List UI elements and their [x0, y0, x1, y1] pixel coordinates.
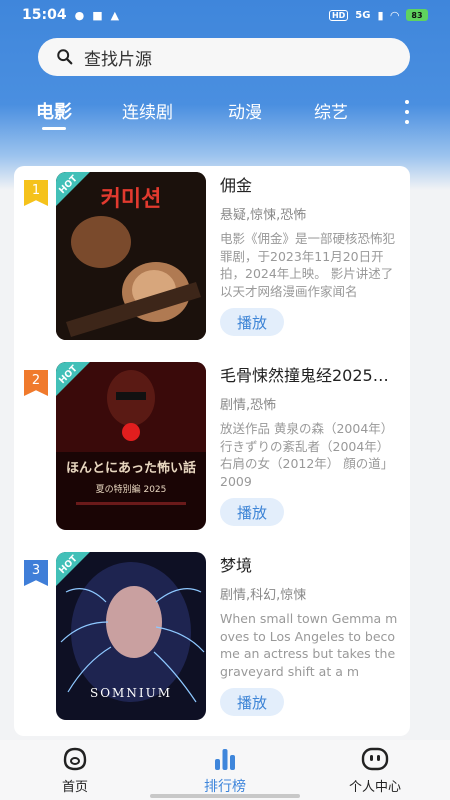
play-button[interactable]: 播放	[220, 688, 284, 716]
nav-profile-label: 个人中心	[348, 780, 401, 795]
play-button[interactable]: 播放	[220, 308, 284, 336]
movie-description: 电影《佣金》是一部硬核恐怖犯罪剧，于2023年11月20日开拍，2024年上映。…	[220, 231, 396, 299]
list-item[interactable]: 2 ほんとにあった怖い話 夏の特別編 2025 HOT 毛骨悚然撞鬼经2025夏…	[14, 356, 410, 530]
search-icon	[57, 49, 73, 65]
nav-home-label: 首页	[61, 780, 88, 795]
list-item[interactable]: 3 SOMNIUM HOT 梦境 剧情,科幻,惊悚 When small tow…	[14, 546, 410, 720]
movie-title[interactable]: 梦境	[220, 552, 400, 576]
poster-subtitle-text: 夏の特別編 2025	[96, 483, 167, 495]
movie-genres: 剧情,恐怖	[220, 398, 277, 413]
nav-ranking[interactable]: 排行榜	[180, 746, 270, 796]
category-tabs: 电影 连续剧 动漫 综艺	[0, 96, 450, 130]
status-bar: 15:04 ● ■ ▲ HD 5G ▮ ◠ 83	[0, 0, 450, 30]
battery-icon: 83	[406, 9, 428, 21]
home-icon	[63, 747, 87, 771]
list-item[interactable]: 1 커미션 HOT 佣金 悬疑,惊悚,恐怖 电影《佣金》是一部硬核恐怖犯罪剧，于…	[14, 166, 410, 340]
chat-notification-icon: ●	[74, 8, 85, 22]
movie-genres: 悬疑,惊悚,恐怖	[220, 208, 307, 223]
battery-level: 83	[411, 10, 423, 20]
hot-tag: HOT	[56, 172, 100, 216]
ranking-icon	[215, 749, 235, 770]
play-button[interactable]: 播放	[220, 498, 284, 526]
hot-tag: HOT	[56, 362, 100, 406]
status-time: 15:04	[22, 7, 67, 23]
search-placeholder: 查找片源	[84, 49, 152, 70]
rank-number: 1	[31, 183, 41, 198]
rank-number: 3	[31, 563, 41, 578]
more-icon[interactable]	[402, 100, 412, 124]
movie-description: When small town Gemma moves to Los Angel…	[220, 611, 398, 679]
rank-badge: 1	[24, 180, 48, 206]
profile-icon	[361, 747, 389, 771]
movie-description: 放送作品 黄泉の森（2004年） 行きずりの紊乱者（2004年） 右肩の女（20…	[220, 421, 394, 489]
tab-movies[interactable]: 电影	[36, 98, 72, 130]
poster-image[interactable]: 커미션 HOT	[56, 172, 206, 340]
rank-badge: 3	[24, 560, 48, 586]
poster-title-text: ほんとにあった怖い話	[66, 460, 196, 476]
hd-icon: HD	[328, 9, 349, 21]
poster-image[interactable]: SOMNIUM HOT	[56, 552, 206, 720]
warning-icon: ▲	[110, 8, 120, 22]
wifi-icon: ◠	[390, 8, 399, 22]
rank-number: 2	[31, 373, 41, 388]
nav-profile[interactable]: 个人中心	[330, 746, 420, 795]
movie-title[interactable]: 毛骨悚然撞鬼经2025夏…	[220, 362, 400, 386]
search-input[interactable]: 查找片源	[38, 38, 410, 76]
nav-ranking-label: 排行榜	[204, 779, 246, 795]
hot-tag: HOT	[56, 552, 100, 596]
tab-variety[interactable]: 综艺	[314, 98, 348, 123]
network-label: 5G	[355, 9, 371, 21]
home-indicator	[150, 794, 300, 798]
poster-image[interactable]: ほんとにあった怖い話 夏の特別編 2025 HOT	[56, 362, 206, 530]
bottom-nav: 首页 排行榜 个人中心	[0, 740, 450, 800]
nav-home[interactable]: 首页	[30, 746, 120, 795]
poster-title-text: 커미션	[101, 187, 162, 212]
tab-anime[interactable]: 动漫	[228, 98, 262, 123]
poster-title-text: SOMNIUM	[90, 686, 172, 700]
movie-title[interactable]: 佣金	[220, 172, 400, 196]
tab-series[interactable]: 连续剧	[122, 98, 173, 123]
app-notification-icon: ■	[92, 8, 103, 22]
movie-genres: 剧情,科幻,惊悚	[220, 588, 307, 603]
ranking-list: 1 커미션 HOT 佣金 悬疑,惊悚,恐怖 电影《佣金》是一部硬核恐怖犯罪剧，于…	[14, 166, 410, 736]
rank-badge: 2	[24, 370, 48, 396]
signal-icon: ▮	[377, 8, 384, 22]
